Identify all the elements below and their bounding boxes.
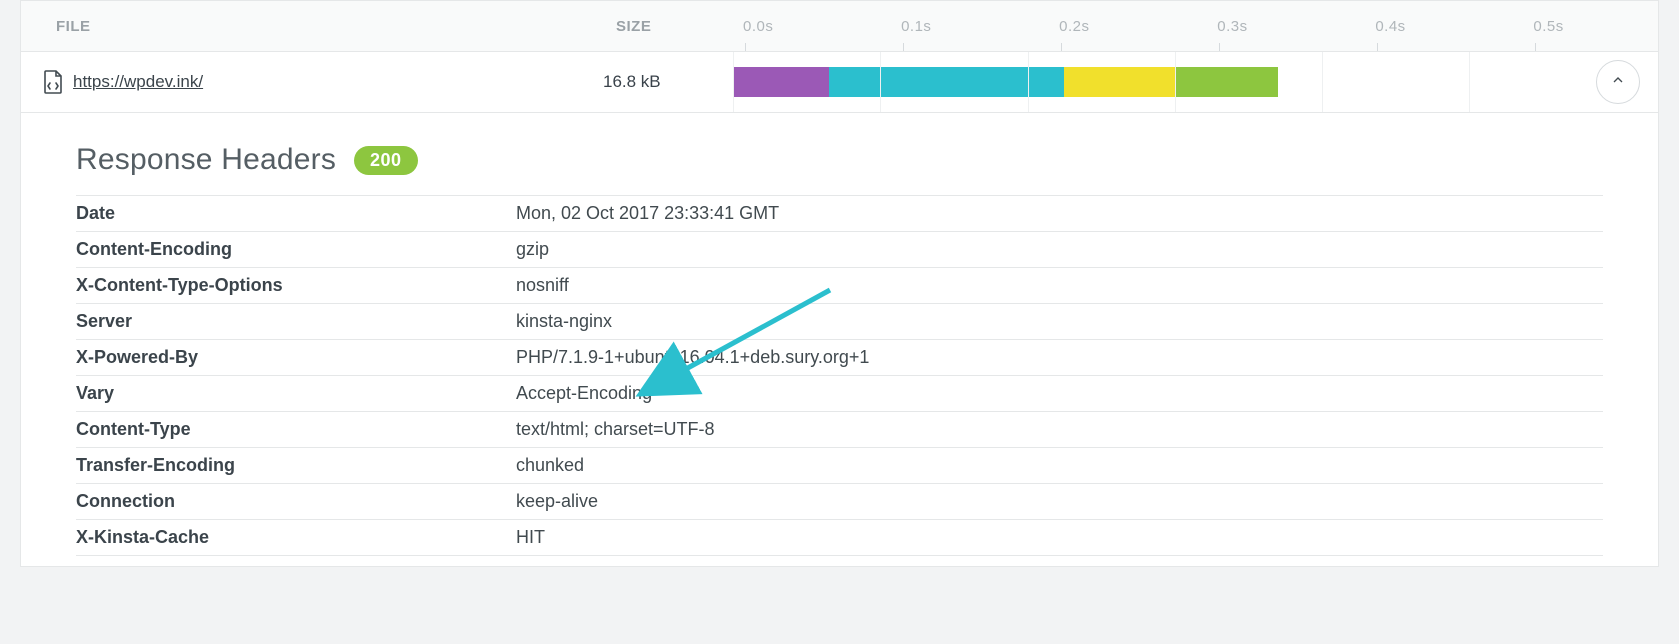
status-badge: 200 (354, 146, 418, 175)
header-row: X-Kinsta-CacheHIT (76, 520, 1603, 556)
header-value: Accept-Encoding (516, 383, 1603, 404)
response-headers-title-text: Response Headers (76, 143, 336, 177)
header-value: HIT (516, 527, 1603, 548)
request-url-link[interactable]: https://wpdev.ink/ (73, 72, 203, 92)
timeline-gridline (1469, 52, 1470, 112)
header-value: keep-alive (516, 491, 1603, 512)
timeline-gridline (1028, 52, 1029, 112)
timeline-tick: 0.4s (1375, 1, 1405, 51)
header-value: PHP/7.1.9-1+ubuntu16.04.1+deb.sury.org+1 (516, 347, 1603, 368)
header-name: Date (76, 203, 516, 224)
timeline-tick: 0.0s (743, 1, 773, 51)
header-value: gzip (516, 239, 1603, 260)
header-name: X-Kinsta-Cache (76, 527, 516, 548)
timing-segment-green (1175, 67, 1278, 97)
timeline-cell (733, 52, 1578, 112)
file-cell: https://wpdev.ink/ (21, 70, 603, 94)
request-row[interactable]: https://wpdev.ink/ 16.8 kB (21, 52, 1658, 113)
col-header-size: SIZE (616, 18, 746, 35)
header-row: Content-Encodinggzip (76, 232, 1603, 268)
header-value: chunked (516, 455, 1603, 476)
header-name: Content-Type (76, 419, 516, 440)
timeline-tick: 0.1s (901, 1, 931, 51)
header-row: Serverkinsta-nginx (76, 304, 1603, 340)
timing-segment-purple (733, 67, 829, 97)
header-row: X-Content-Type-Optionsnosniff (76, 268, 1603, 304)
header-row: DateMon, 02 Oct 2017 23:33:41 GMT (76, 196, 1603, 232)
header-value: nosniff (516, 275, 1603, 296)
header-row: Connectionkeep-alive (76, 484, 1603, 520)
timeline-tick: 0.2s (1059, 1, 1089, 51)
header-value: kinsta-nginx (516, 311, 1603, 332)
timeline-tick: 0.3s (1217, 1, 1247, 51)
timeline-gridline (880, 52, 881, 112)
header-name: Connection (76, 491, 516, 512)
header-name: X-Powered-By (76, 347, 516, 368)
table-header: FILE SIZE 0.0s 0.1s 0.2s 0.3s 0.4s 0.5s (21, 1, 1658, 52)
header-name: Transfer-Encoding (76, 455, 516, 476)
chevron-up-icon (1610, 72, 1626, 93)
timing-segment-teal (829, 67, 1065, 97)
response-details: Response Headers 200 DateMon, 02 Oct 201… (76, 143, 1603, 566)
timeline-gridline (1322, 52, 1323, 112)
timeline-gridline (733, 52, 734, 112)
request-table: FILE SIZE 0.0s 0.1s 0.2s 0.3s 0.4s 0.5s https… (20, 0, 1659, 567)
header-row: X-Powered-ByPHP/7.1.9-1+ubuntu16.04.1+de… (76, 340, 1603, 376)
header-name: Vary (76, 383, 516, 404)
header-row: VaryAccept-Encoding (76, 376, 1603, 412)
header-row: Transfer-Encodingchunked (76, 448, 1603, 484)
size-cell: 16.8 kB (603, 72, 733, 92)
header-name: X-Content-Type-Options (76, 275, 516, 296)
collapse-button[interactable] (1596, 60, 1640, 104)
timing-bar (733, 52, 1508, 112)
header-name: Server (76, 311, 516, 332)
timing-segment-yellow (1064, 67, 1174, 97)
response-headers-title: Response Headers 200 (76, 143, 1603, 177)
col-header-timeline: 0.0s 0.1s 0.2s 0.3s 0.4s 0.5s (746, 1, 1578, 51)
header-name: Content-Encoding (76, 239, 516, 260)
header-row: Content-Typetext/html; charset=UTF-8 (76, 412, 1603, 448)
timeline-gridline (1175, 52, 1176, 112)
html-file-icon (43, 70, 63, 94)
col-header-file: FILE (21, 18, 616, 35)
timeline-tick: 0.5s (1533, 1, 1563, 51)
header-value: Mon, 02 Oct 2017 23:33:41 GMT (516, 203, 1603, 224)
header-value: text/html; charset=UTF-8 (516, 419, 1603, 440)
